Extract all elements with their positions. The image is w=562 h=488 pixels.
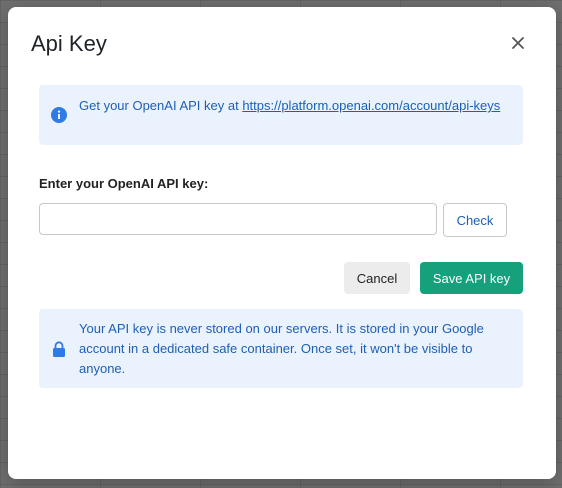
api-key-input[interactable]	[39, 203, 437, 235]
privacy-notice-box: Your API key is never stored on our serv…	[39, 309, 523, 388]
api-key-dialog: Api Key Get your OpenAI API key at https…	[8, 7, 556, 479]
info-prefix: Get your OpenAI API key at	[79, 98, 243, 113]
close-icon	[510, 35, 526, 51]
dialog-title: Api Key	[31, 31, 107, 56]
info-icon	[51, 107, 67, 123]
openai-api-keys-link[interactable]: https://platform.openai.com/account/api-…	[242, 98, 500, 113]
save-api-key-button[interactable]: Save API key	[420, 262, 523, 294]
cancel-button[interactable]: Cancel	[344, 262, 410, 294]
api-key-label: Enter your OpenAI API key:	[39, 176, 209, 191]
close-button[interactable]	[510, 35, 526, 51]
privacy-message: Your API key is never stored on our serv…	[79, 321, 484, 376]
lock-icon	[52, 341, 66, 357]
info-message: Get your OpenAI API key at https://platf…	[79, 96, 509, 116]
api-key-info-box: Get your OpenAI API key at https://platf…	[39, 85, 523, 145]
check-button[interactable]: Check	[443, 203, 507, 237]
